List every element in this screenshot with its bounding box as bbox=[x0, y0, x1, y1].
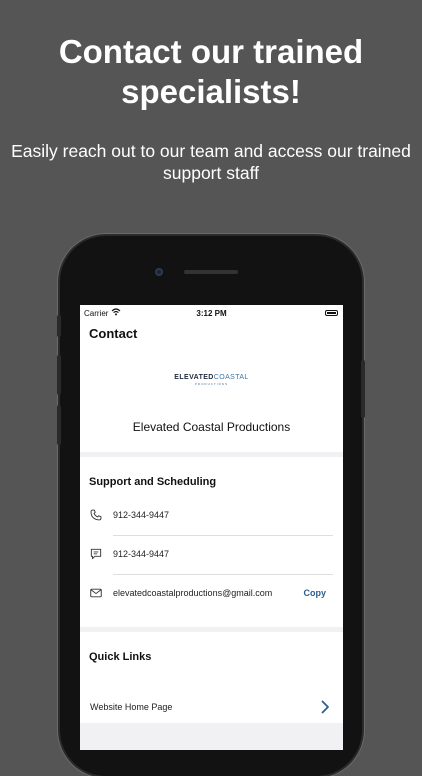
phone-power-button bbox=[361, 360, 365, 418]
sms-row[interactable]: 912-344-9447 bbox=[80, 535, 343, 574]
page-title: Contact bbox=[89, 326, 138, 341]
company-name: Elevated Coastal Productions bbox=[132, 420, 291, 434]
nav-bar: Contact bbox=[80, 321, 343, 361]
logo-text-accent: COASTAL bbox=[213, 374, 249, 381]
quick-link-website[interactable]: Website Home Page bbox=[80, 698, 343, 726]
phone-row[interactable]: 912-344-9447 bbox=[80, 496, 343, 535]
support-section-title: Support and Scheduling bbox=[89, 476, 217, 488]
logo-text-bold: ELEVATED bbox=[174, 374, 214, 381]
support-section: Support and Scheduling 912-344-9447 912-… bbox=[80, 457, 343, 627]
promo-subline: Easily reach out to our team and access … bbox=[11, 141, 411, 183]
quick-link-label: Website Home Page bbox=[90, 702, 173, 712]
company-header: ELEVATEDCOASTAL PRODUCTIONS Elevated Coa… bbox=[80, 361, 343, 452]
message-icon bbox=[90, 548, 102, 560]
phone-icon bbox=[90, 509, 102, 521]
email-address: elevatedcoastalproductions@gmail.com bbox=[113, 588, 273, 598]
app-screen: Carrier 3:12 PM Contact ELEVATEDCOASTAL … bbox=[80, 305, 343, 750]
copy-email-button[interactable]: Copy bbox=[304, 588, 327, 598]
mail-icon bbox=[90, 588, 102, 598]
phone-speaker bbox=[184, 270, 238, 274]
logo-subtext: PRODUCTIONS bbox=[194, 382, 229, 386]
phone-camera bbox=[155, 268, 163, 276]
email-row[interactable]: elevatedcoastalproductions@gmail.com Cop… bbox=[80, 574, 343, 613]
quick-links-section: Quick Links Website Home Page bbox=[80, 632, 343, 723]
company-logo: ELEVATEDCOASTAL PRODUCTIONS bbox=[80, 374, 343, 386]
battery-icon bbox=[325, 310, 338, 316]
status-time: 3:12 PM bbox=[196, 309, 227, 318]
promo-headline: Contact our trained specialists! bbox=[58, 33, 364, 110]
phone-side-button bbox=[57, 315, 61, 337]
sms-number: 912-344-9447 bbox=[113, 549, 170, 559]
status-bar: Carrier 3:12 PM bbox=[80, 305, 343, 321]
phone-volume-up-button bbox=[57, 355, 61, 395]
phone-volume-down-button bbox=[57, 405, 61, 445]
phone-number: 912-344-9447 bbox=[113, 510, 170, 520]
quick-links-title: Quick Links bbox=[89, 651, 152, 663]
chevron-right-icon bbox=[321, 700, 329, 714]
